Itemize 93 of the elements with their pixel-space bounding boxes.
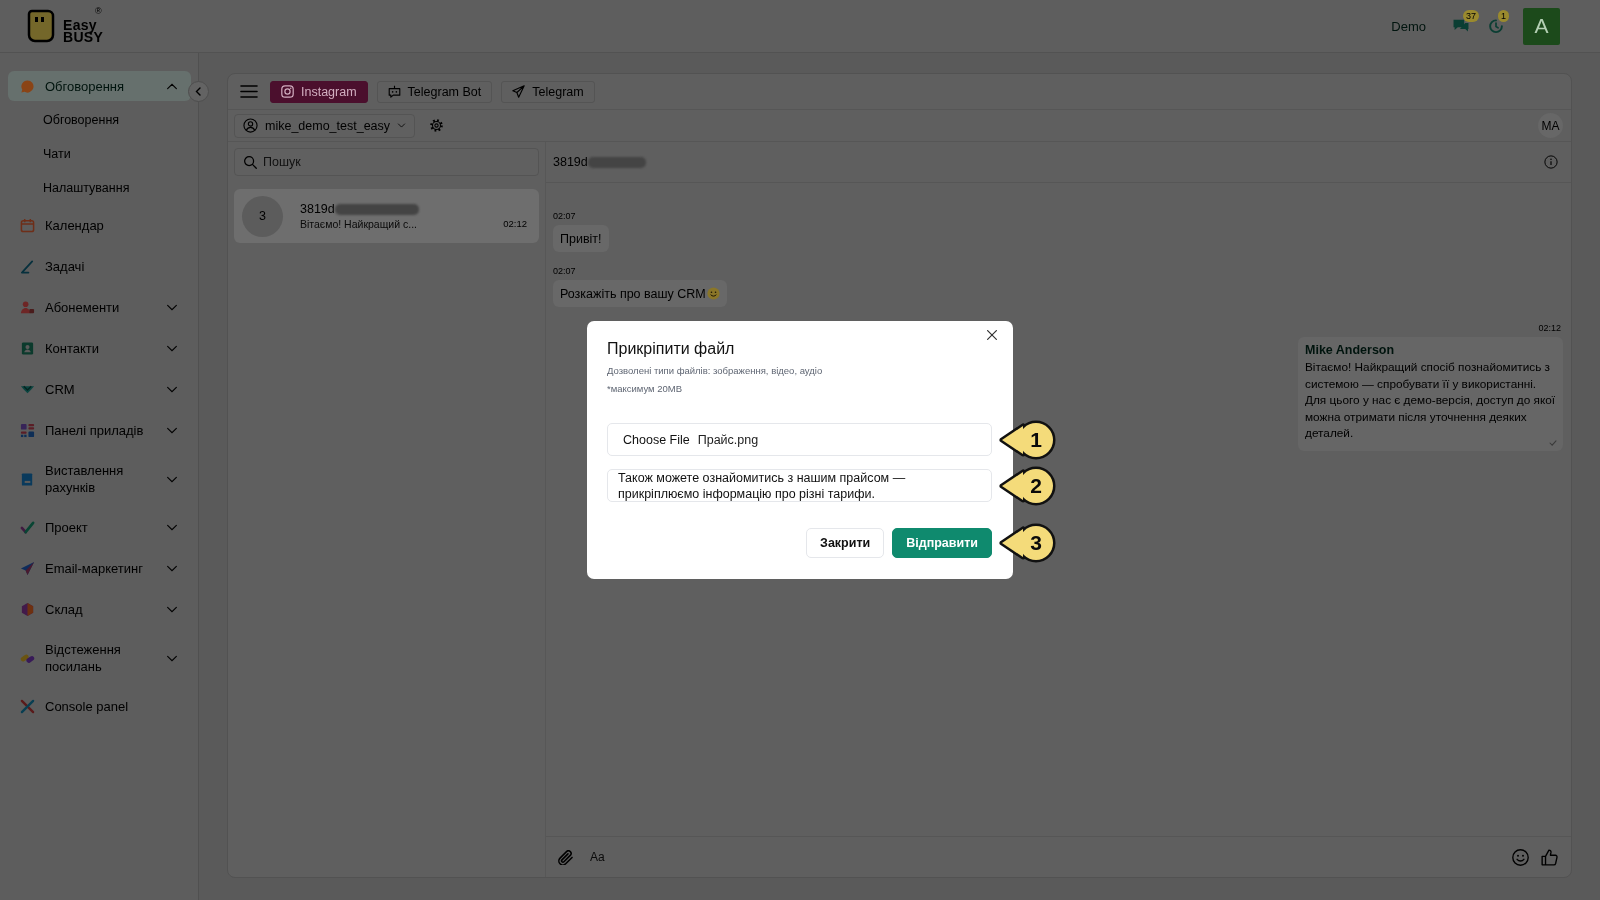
chevron-down-icon[interactable] xyxy=(166,654,178,662)
message-text: Вітаємо! Найкращий спосіб познайомитись з системою — спробувати її у використанні. Для цього у нас є демо-версія, доступ до якої можна отримати після уточнення деяких деталей. xyxy=(1305,359,1557,442)
chevron-down-icon xyxy=(397,123,407,128)
menu-icon[interactable] xyxy=(240,85,258,98)
chevron-down-icon[interactable] xyxy=(166,475,178,483)
send-button[interactable]: Відправити xyxy=(892,528,992,558)
chat-title: 3819d xyxy=(553,155,588,169)
chevron-down-icon[interactable] xyxy=(166,565,178,572)
file-name: Прайс.png xyxy=(697,432,759,447)
sidebar-item[interactable]: Календар xyxy=(0,205,191,246)
person-icon xyxy=(20,300,35,315)
chevron-down-icon[interactable] xyxy=(166,606,178,613)
sidebar-item[interactable]: Проект xyxy=(0,507,191,548)
chevron-down-icon[interactable] xyxy=(166,524,178,531)
sidebar-item[interactable]: Відстеження посилань xyxy=(0,630,191,686)
paper-plane-icon xyxy=(20,561,35,576)
allowed-types-note: Дозволені типи файлів: зображення, відео, аудіо xyxy=(607,364,824,378)
paperclip-icon[interactable] xyxy=(558,849,573,865)
sidebar-item[interactable]: Абонементи xyxy=(0,287,191,328)
sender-name: Mike Anderson xyxy=(1305,342,1396,359)
tick-icon xyxy=(1549,439,1557,446)
sidebar-item[interactable]: Обговорення xyxy=(8,71,191,101)
sidebar-item[interactable]: Виставлення рахунків xyxy=(0,451,191,507)
sidebar-item[interactable]: Email-маркетинг xyxy=(0,548,191,589)
chat-bubbles-icon[interactable] xyxy=(1453,18,1469,34)
paper-plane-icon xyxy=(512,85,526,98)
robot-chat-icon xyxy=(387,85,401,98)
search-icon xyxy=(244,156,257,169)
chevron-down-icon[interactable] xyxy=(166,427,178,434)
user-avatar[interactable]: A xyxy=(1523,7,1560,45)
sidebar-subitem[interactable]: Налаштування xyxy=(0,171,198,205)
sidebar-item[interactable]: Console panel xyxy=(0,686,191,727)
account-label[interactable]: Demo xyxy=(1391,18,1426,34)
close-button[interactable]: Закрити xyxy=(806,528,885,558)
channel-tab[interactable]: Instagram xyxy=(270,80,368,103)
cube-icon xyxy=(20,602,35,617)
message-text: Привіт! xyxy=(560,231,602,246)
clock-icon[interactable] xyxy=(1488,18,1504,34)
message-time: 02:07 xyxy=(553,265,576,277)
user-avatar[interactable]: MA xyxy=(1538,113,1563,138)
choose-file-button[interactable]: Choose File xyxy=(623,432,690,447)
logo-wordmark: Easy BUSY xyxy=(63,18,104,43)
sidebar-item[interactable]: CRM xyxy=(0,369,191,410)
sidebar-item[interactable]: Склад xyxy=(0,589,191,630)
close-icon[interactable] xyxy=(987,330,997,340)
check-icon xyxy=(20,520,35,535)
thumbs-up-icon[interactable] xyxy=(1541,848,1558,866)
smiley-icon[interactable] xyxy=(1512,848,1529,866)
user-icon xyxy=(243,118,258,133)
count-badge: 1 xyxy=(1498,10,1509,22)
calendar-icon xyxy=(20,218,35,233)
tiles-icon xyxy=(20,423,35,438)
channel-tab[interactable]: Telegram xyxy=(501,80,595,103)
dialog-title: Прикріпити файл xyxy=(607,339,736,359)
logo-icon[interactable] xyxy=(27,9,55,43)
cross-icon xyxy=(20,699,35,714)
contact-card-icon xyxy=(20,341,35,356)
count-badge: 37 xyxy=(1463,10,1479,22)
conversation-item[interactable]: 3 3819d Вітаємо! Найкращий с... 02:12 xyxy=(234,189,539,243)
message-time: 02:07 xyxy=(553,210,576,222)
contact-avatar: 3 xyxy=(242,195,283,237)
speech-bubble-icon xyxy=(20,78,35,94)
sidebar-item[interactable]: Панелі приладів xyxy=(0,410,191,451)
step-callout: 3 xyxy=(998,523,1056,563)
sidebar-subitem[interactable]: Обговорення xyxy=(0,103,198,137)
message-preview: Вітаємо! Найкращий с... xyxy=(300,218,417,230)
info-icon[interactable] xyxy=(1544,155,1558,169)
message-text: Розкажіть про вашу CRM xyxy=(560,286,706,301)
step-callout: 2 xyxy=(998,465,1056,506)
chevron-up-icon[interactable] xyxy=(166,82,178,90)
document-icon xyxy=(20,471,35,487)
channel-tab[interactable]: Telegram Bot xyxy=(376,80,493,103)
search-field[interactable]: Пошук xyxy=(234,148,539,176)
contact-name: 3819d xyxy=(300,202,335,216)
message-input[interactable]: Aa xyxy=(590,850,1495,864)
step-callout: 1 xyxy=(998,419,1056,460)
sidebar-item[interactable]: Контакти xyxy=(0,328,191,369)
message-time: 02:12 xyxy=(1538,322,1561,334)
settings-icon[interactable] xyxy=(430,119,444,132)
chevron-down-icon[interactable] xyxy=(166,304,178,311)
message-time: 02:12 xyxy=(503,218,527,229)
message-field[interactable]: Також можете ознайомитись з нашим прайсом — прикріплюємо інформацію про різні тарифи. xyxy=(607,469,992,502)
file-input[interactable]: Choose File Прайс.png xyxy=(607,423,992,456)
account-select[interactable]: mike_demo_test_easy xyxy=(234,113,416,138)
registered-mark: ® xyxy=(95,7,102,16)
chevron-left-icon[interactable] xyxy=(188,81,209,102)
size-limit-note: *максимум 20MB xyxy=(607,382,684,396)
angle-icon xyxy=(20,259,35,274)
camera-icon xyxy=(281,85,294,98)
sidebar-item[interactable]: Задачі xyxy=(0,246,191,287)
chevron-down-icon[interactable] xyxy=(166,386,178,393)
chevron-down-icon[interactable] xyxy=(166,345,178,352)
sidebar-subitem[interactable]: Чати xyxy=(0,137,198,171)
